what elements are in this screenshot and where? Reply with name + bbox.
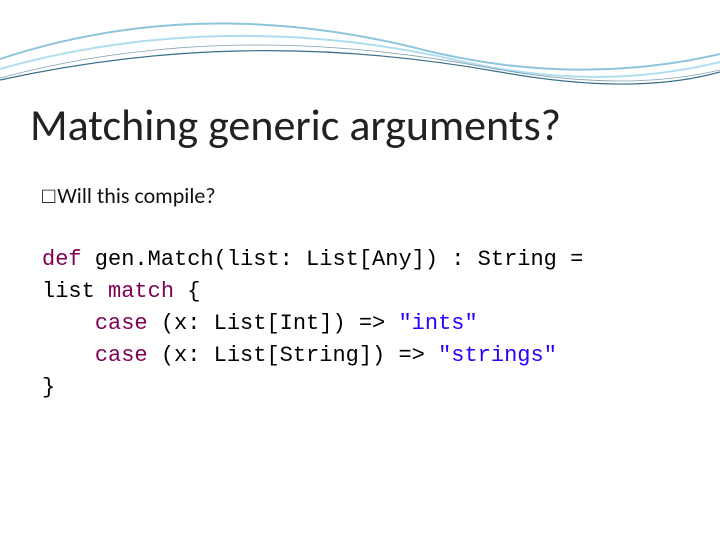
code-string: "strings" xyxy=(438,343,557,368)
code-keyword: def xyxy=(42,247,82,272)
code-text xyxy=(42,343,95,368)
code-keyword: match xyxy=(108,279,174,304)
code-block: def gen.Match(list: List[Any]) : String … xyxy=(42,244,682,403)
code-text: { xyxy=(174,279,200,304)
bullet-list: □ Will this compile? xyxy=(42,182,682,209)
code-text: } xyxy=(42,375,55,400)
bullet-marker-icon: □ xyxy=(42,187,55,209)
code-keyword: case xyxy=(95,343,148,368)
code-string: "ints" xyxy=(398,311,477,336)
bullet-item: □ Will this compile? xyxy=(42,182,682,209)
code-keyword: case xyxy=(95,311,148,336)
code-text: gen.Match(list: List[Any]) : String = xyxy=(82,247,584,272)
bullet-text: Will this compile? xyxy=(57,182,215,209)
slide-title: Matching generic arguments? xyxy=(30,98,690,152)
code-text: (x: List[String]) => xyxy=(148,343,438,368)
code-text xyxy=(42,311,95,336)
slide: Matching generic arguments? □ Will this … xyxy=(0,0,720,540)
code-text: (x: List[Int]) => xyxy=(148,311,399,336)
code-text: list xyxy=(42,279,108,304)
header-swoosh-decoration xyxy=(0,0,720,90)
